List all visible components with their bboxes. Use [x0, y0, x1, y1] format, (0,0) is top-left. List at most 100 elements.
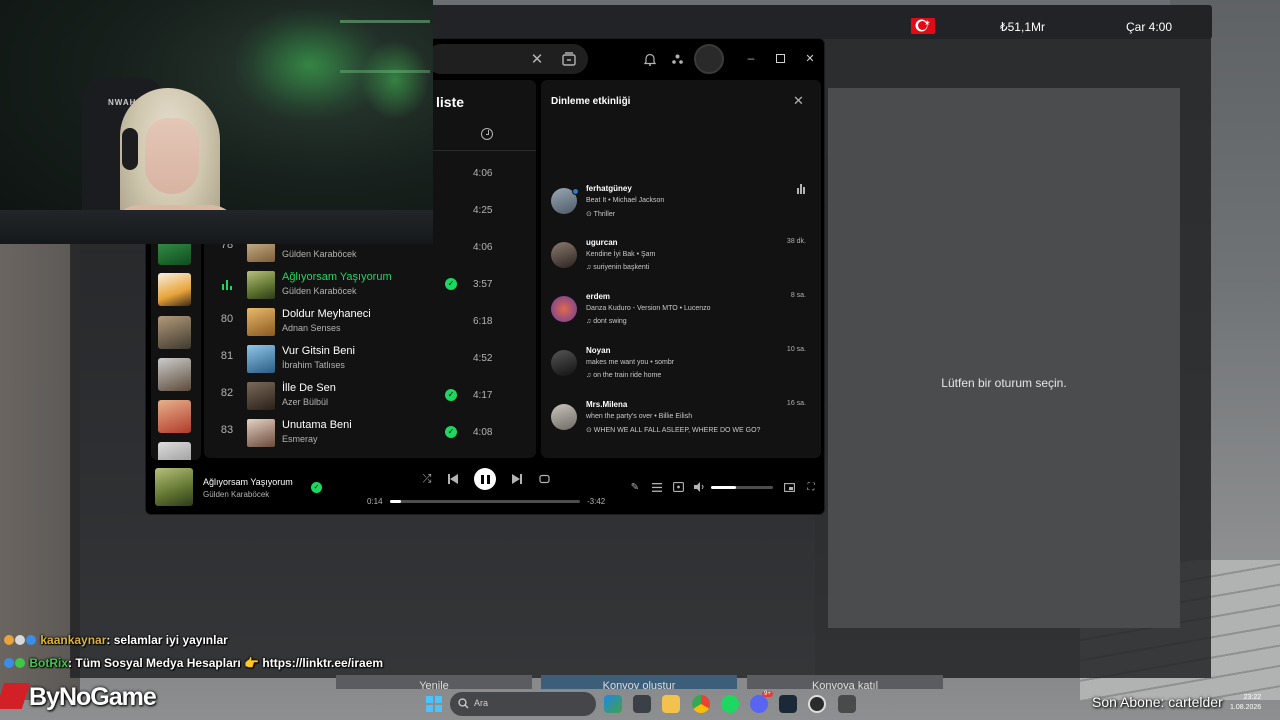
- friend-context[interactable]: ⊙ Thriller: [586, 210, 615, 218]
- windows-start-icon[interactable]: [426, 696, 442, 712]
- friend-context[interactable]: ♫ suriyenin başkenti: [586, 264, 649, 271]
- saved-check-icon[interactable]: ✓: [445, 278, 457, 290]
- close-window-icon[interactable]: ✕: [803, 51, 817, 65]
- friend-context[interactable]: ♫ dont swing: [586, 318, 627, 325]
- discord-icon[interactable]: [750, 695, 768, 713]
- track-number: 81: [220, 350, 234, 362]
- lyrics-icon[interactable]: ✎: [628, 480, 642, 494]
- close-panel-icon[interactable]: ✕: [793, 93, 804, 109]
- spotify-icon[interactable]: [721, 695, 739, 713]
- friend-entry[interactable]: ugurcan Kendine İyi Bak • Şam ♫ suriyeni…: [541, 238, 821, 288]
- next-track-icon[interactable]: [510, 472, 524, 486]
- fullscreen-icon[interactable]: ⛶: [804, 480, 818, 494]
- friend-avatar[interactable]: [551, 350, 577, 376]
- friend-name[interactable]: erdem: [586, 292, 610, 301]
- friend-name[interactable]: Noyan: [586, 346, 610, 355]
- steam-icon[interactable]: [779, 695, 797, 713]
- now-playing-equalizer-icon: [222, 278, 234, 290]
- file-explorer-icon[interactable]: [662, 695, 680, 713]
- join-convoy-button[interactable]: Konvoya katıl: [747, 675, 943, 689]
- library-item-thumb[interactable]: [158, 316, 191, 349]
- saved-check-icon[interactable]: ✓: [445, 389, 457, 401]
- library-item-thumb[interactable]: [158, 358, 191, 391]
- friend-entry[interactable]: Mrs.Milena when the party's over • Billi…: [541, 400, 821, 450]
- track-name[interactable]: Ağlıyorsam Yaşıyorum: [282, 271, 392, 283]
- friend-song[interactable]: makes me want you • sombr: [586, 359, 674, 366]
- chat-text: selamlar iyi yayınlar: [113, 633, 228, 647]
- minimize-icon[interactable]: –: [744, 51, 758, 65]
- friend-time: 10 sa.: [786, 346, 806, 353]
- library-item-thumb[interactable]: [158, 273, 191, 306]
- volume-icon[interactable]: [692, 480, 706, 494]
- friend-entry[interactable]: erdem Danza Kuduro - Version MTO • Lucen…: [541, 292, 821, 342]
- friend-entry[interactable]: ferhatgüney Beat It • Michael Jackson ⊙ …: [541, 184, 821, 234]
- browse-icon[interactable]: [560, 50, 578, 68]
- saved-check-icon[interactable]: ✓: [311, 482, 322, 493]
- now-playing-cover[interactable]: [155, 468, 193, 506]
- track-row[interactable]: 82 İlle De Sen Azer Bülbül ✓ 4:17: [204, 378, 536, 415]
- taskbar-clock[interactable]: 23:22 1.08.2026: [1230, 693, 1261, 713]
- game-icon[interactable]: [838, 695, 856, 713]
- friend-context[interactable]: ♫ on the train ride home: [586, 372, 661, 379]
- shuffle-icon[interactable]: ⤮: [420, 472, 434, 486]
- friend-song[interactable]: Kendine İyi Bak • Şam: [586, 251, 655, 258]
- friend-activity-icon[interactable]: [669, 51, 685, 67]
- track-artist[interactable]: Gülden Karaböcek: [282, 249, 357, 259]
- library-item-thumb[interactable]: [158, 442, 191, 460]
- obs-icon[interactable]: [808, 695, 826, 713]
- volume-slider[interactable]: [711, 486, 773, 489]
- track-artist[interactable]: İbrahim Tatlıses: [282, 360, 345, 370]
- pause-button[interactable]: [474, 468, 496, 490]
- previous-track-icon[interactable]: [446, 472, 460, 486]
- edge-icon[interactable]: [604, 695, 622, 713]
- friend-song[interactable]: Beat It • Michael Jackson: [586, 197, 664, 204]
- select-session-message: Lütfen bir oturum seçin.: [941, 376, 1067, 390]
- now-playing-title[interactable]: Ağlıyorsam Yaşıyorum: [203, 477, 293, 487]
- track-artist[interactable]: Gülden Karaböcek: [282, 286, 357, 296]
- notifications-bell-icon[interactable]: [642, 51, 658, 67]
- create-convoy-button[interactable]: Konvoy oluştur: [541, 675, 737, 689]
- chrome-icon[interactable]: [692, 695, 710, 713]
- track-row[interactable]: 83 Unutama Beni Esmeray ✓ 4:08: [204, 415, 536, 452]
- user-avatar[interactable]: [694, 44, 724, 74]
- track-row-playing[interactable]: Ağlıyorsam Yaşıyorum Gülden Karaböcek ✓ …: [204, 267, 536, 304]
- queue-icon[interactable]: [650, 480, 664, 494]
- now-playing-artist[interactable]: Gülden Karaböcek: [203, 490, 269, 499]
- store-icon[interactable]: [633, 695, 651, 713]
- saved-check-icon[interactable]: ✓: [445, 426, 457, 438]
- repeat-icon[interactable]: [537, 472, 551, 486]
- library-item-thumb[interactable]: [158, 400, 191, 433]
- friend-avatar[interactable]: [551, 404, 577, 430]
- friend-avatar[interactable]: [551, 296, 577, 322]
- friend-name[interactable]: ugurcan: [586, 238, 618, 247]
- friend-context[interactable]: ⊙ WHEN WE ALL FALL ASLEEP, WHERE DO WE G…: [586, 426, 760, 434]
- friend-name[interactable]: Mrs.Milena: [586, 400, 627, 409]
- refresh-button[interactable]: Yenile: [336, 675, 532, 689]
- track-name[interactable]: İlle De Sen: [282, 382, 336, 394]
- track-artist[interactable]: Azer Bülbül: [282, 397, 328, 407]
- friend-time: 8 sa.: [790, 292, 806, 299]
- progress-bar[interactable]: [390, 500, 580, 503]
- track-artist[interactable]: Adnan Senses: [282, 323, 341, 333]
- headset: [122, 128, 138, 170]
- connect-device-icon[interactable]: [671, 480, 685, 494]
- track-artist[interactable]: Esmeray: [282, 434, 318, 444]
- clear-search-icon[interactable]: ✕: [528, 50, 546, 68]
- track-row[interactable]: 81 Vur Gitsin Beni İbrahim Tatlıses 4:52: [204, 341, 536, 378]
- friend-entry[interactable]: Noyan makes me want you • sombr ♫ on the…: [541, 346, 821, 396]
- friend-song[interactable]: Danza Kuduro - Version MTO • Lucenzo: [586, 305, 711, 312]
- friend-name[interactable]: ferhatgüney: [586, 184, 632, 193]
- money-display: ₺51,1Mr: [1000, 20, 1045, 34]
- search-placeholder: Ara: [474, 698, 489, 708]
- miniplayer-icon[interactable]: [782, 480, 796, 494]
- track-name[interactable]: Doldur Meyhaneci: [282, 308, 371, 320]
- friend-time: 38 dk.: [786, 238, 806, 245]
- friend-song[interactable]: when the party's over • Billie Eilish: [586, 413, 692, 420]
- track-row[interactable]: 80 Doldur Meyhaneci Adnan Senses 6:18: [204, 304, 536, 341]
- track-name[interactable]: Vur Gitsin Beni: [282, 345, 355, 357]
- friend-avatar[interactable]: [551, 242, 577, 268]
- taskbar-search[interactable]: Ara: [450, 692, 596, 716]
- sponsor-name: ByNoGame: [29, 683, 157, 711]
- maximize-icon[interactable]: [773, 51, 787, 65]
- track-name[interactable]: Unutama Beni: [282, 419, 352, 431]
